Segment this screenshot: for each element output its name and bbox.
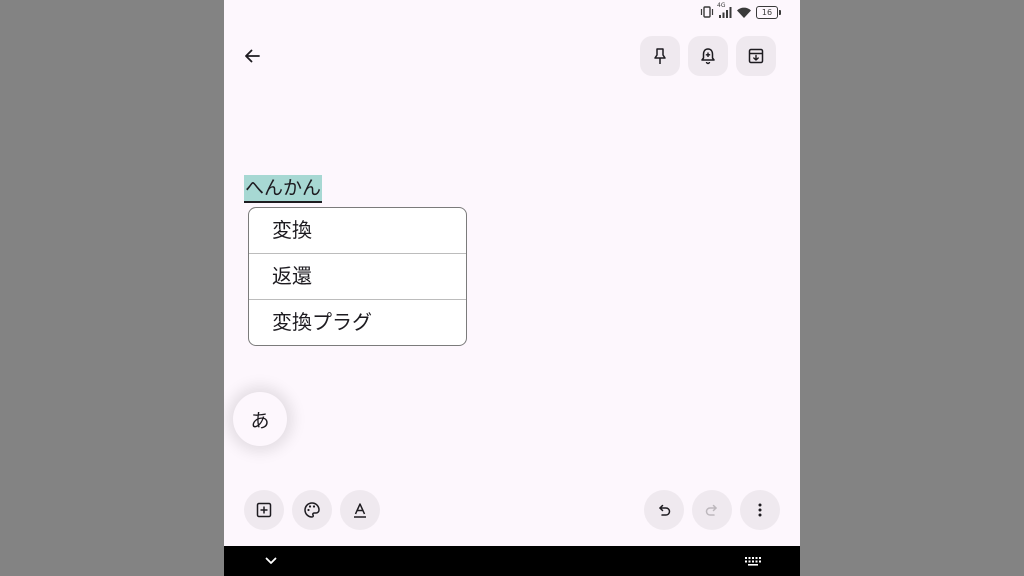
pin-icon (651, 47, 669, 65)
palette-icon (303, 501, 321, 519)
background-options-button[interactable] (292, 490, 332, 530)
battery-icon: 16 (756, 5, 781, 19)
undo-button[interactable] (644, 490, 684, 530)
more-options-button[interactable] (740, 490, 780, 530)
archive-button[interactable] (736, 36, 776, 76)
phone-screen: 4G 16 へんかん 変換 返還 変換プラグ あ (224, 0, 800, 576)
text-format-icon (351, 501, 369, 519)
text-format-button[interactable] (340, 490, 380, 530)
status-bar: 4G 16 (700, 2, 781, 21)
reminder-button[interactable] (688, 36, 728, 76)
back-button[interactable] (232, 36, 272, 76)
pin-button[interactable] (640, 36, 680, 76)
vibrate-icon (700, 6, 714, 18)
note-composing-text[interactable]: へんかん (244, 175, 323, 203)
wifi-icon (736, 6, 752, 19)
hide-keyboard-chevron-down-icon[interactable] (264, 555, 278, 567)
system-nav-bar (224, 546, 800, 576)
conversion-candidates-menu: 変換 返還 変換プラグ (248, 207, 467, 346)
bell-plus-icon (699, 47, 717, 65)
archive-icon (747, 47, 765, 65)
candidate-item[interactable]: 返還 (249, 254, 466, 300)
add-box-icon (255, 501, 273, 519)
add-content-button[interactable] (244, 490, 284, 530)
redo-button[interactable] (692, 490, 732, 530)
undo-icon (655, 501, 673, 519)
redo-icon (703, 501, 721, 519)
candidate-item[interactable]: 変換プラグ (249, 300, 466, 345)
arrow-left-icon (243, 47, 261, 65)
candidate-item[interactable]: 変換 (249, 208, 466, 254)
ime-mode-indicator[interactable]: あ (233, 392, 287, 446)
battery-level: 16 (761, 7, 773, 17)
network-label: 4G (717, 1, 726, 9)
ime-mode-label: あ (250, 409, 270, 432)
keyboard-switcher-icon[interactable] (744, 556, 762, 566)
signal-icon: 4G (717, 2, 732, 19)
more-vert-icon (751, 501, 769, 519)
